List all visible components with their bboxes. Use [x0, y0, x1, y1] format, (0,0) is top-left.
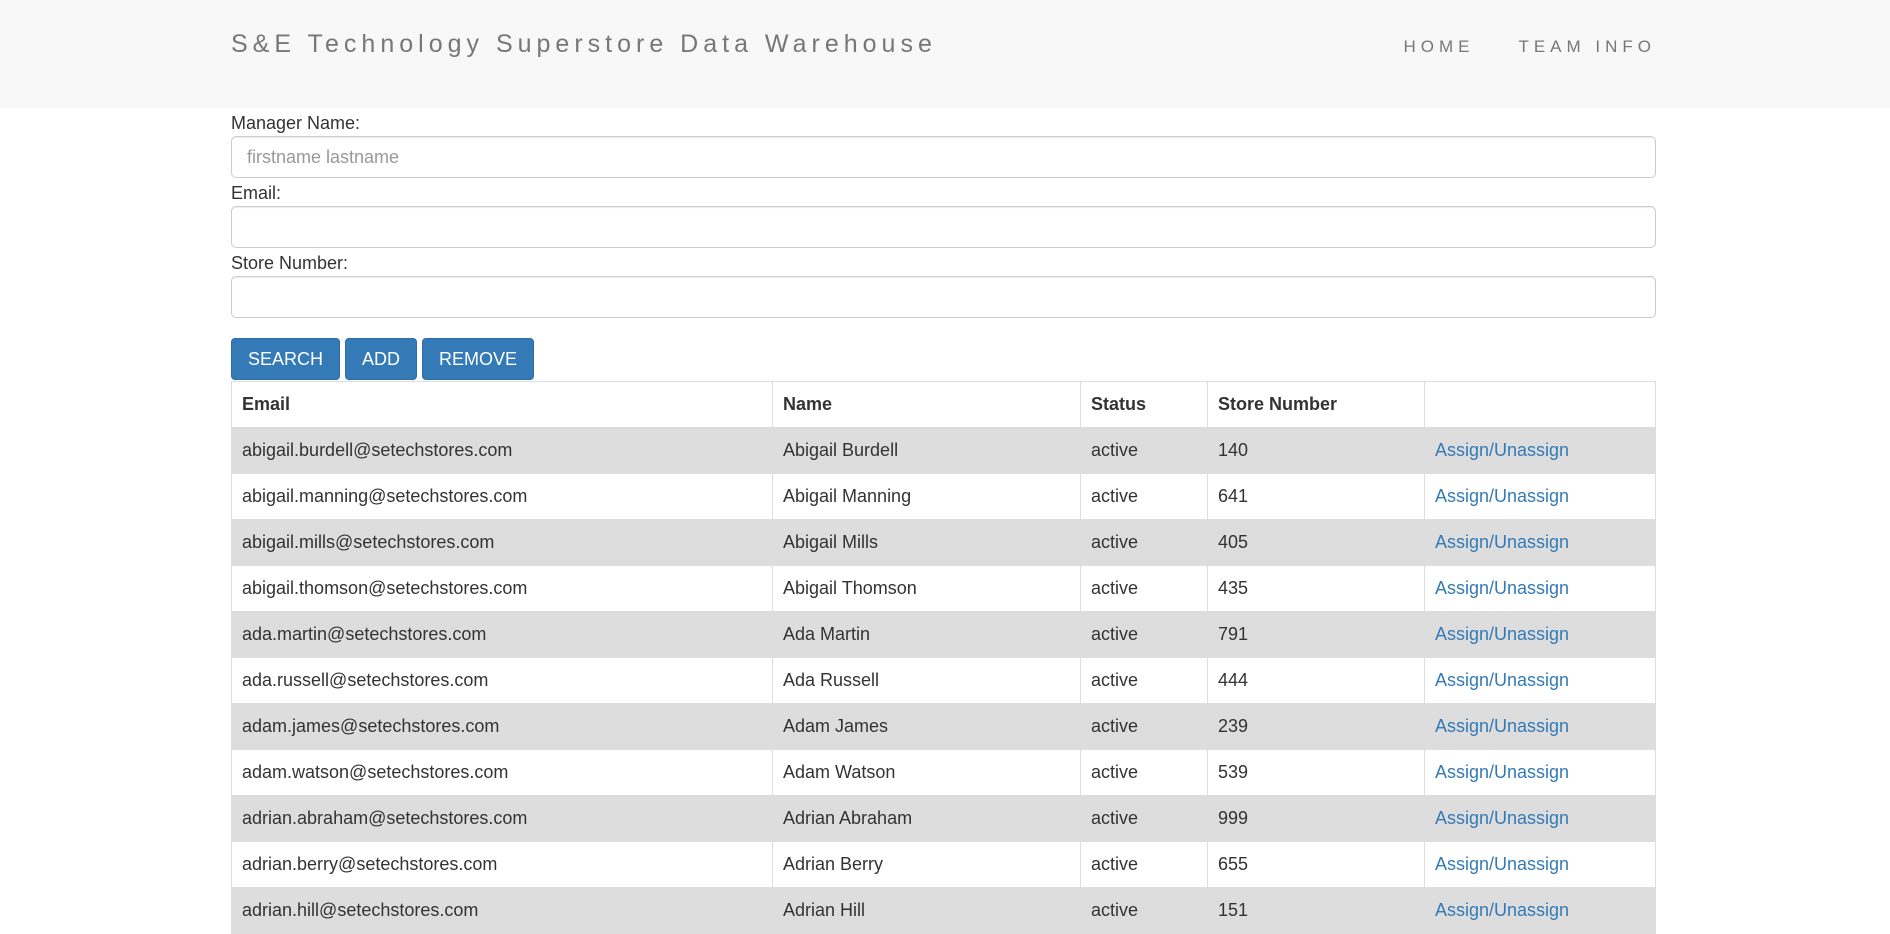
email-cell: abigail.mills@setechstores.com [231, 519, 773, 566]
status-cell: active [1080, 795, 1208, 842]
action-cell: Assign/Unassign [1424, 473, 1656, 520]
action-cell: Assign/Unassign [1424, 841, 1656, 888]
remove-button[interactable]: REMOVE [422, 338, 535, 380]
action-buttons: SEARCH ADD REMOVE [231, 338, 1656, 380]
name-cell: Abigail Manning [772, 473, 1081, 520]
email-label: Email: [231, 183, 282, 203]
managers-table: Email Name Status Store Number abigail.b… [231, 381, 1656, 934]
table-row: abigail.mills@setechstores.com Abigail Mi… [231, 519, 1656, 566]
table-body: abigail.burdell@setechstores.com Abigail … [231, 427, 1656, 934]
email-cell: abigail.manning@setechstores.com [231, 473, 773, 520]
name-column-header: Name [772, 381, 1081, 428]
action-cell: Assign/Unassign [1424, 565, 1656, 612]
email-cell: ada.martin@setechstores.com [231, 611, 773, 658]
email-cell: adam.watson@setechstores.com [231, 749, 773, 796]
action-cell: Assign/Unassign [1424, 427, 1656, 474]
name-cell: Adrian Abraham [772, 795, 1081, 842]
manager-name-label: Manager Name: [231, 113, 361, 133]
table-row: adam.watson@setechstores.com Adam Watson a… [231, 749, 1656, 796]
email-input[interactable] [231, 206, 1656, 248]
store-number-input[interactable] [231, 276, 1656, 318]
status-cell: active [1080, 519, 1208, 566]
email-cell: adam.james@setechstores.com [231, 703, 773, 750]
store-number-cell: 999 [1207, 795, 1425, 842]
brand-title[interactable]: S&E Technology Superstore Data Warehouse [231, 30, 937, 59]
action-column-header [1424, 381, 1656, 428]
status-cell: active [1080, 703, 1208, 750]
table-row: abigail.thomson@setechstores.com Abigail … [231, 565, 1656, 612]
assign-unassign-link[interactable]: Assign/Unassign [1435, 440, 1569, 460]
action-cell: Assign/Unassign [1424, 703, 1656, 750]
manager-name-input[interactable] [231, 136, 1656, 178]
table-row: ada.martin@setechstores.com Ada Martin act… [231, 611, 1656, 658]
store-number-cell: 239 [1207, 703, 1425, 750]
name-cell: Abigail Burdell [772, 427, 1081, 474]
name-cell: Ada Martin [772, 611, 1081, 658]
email-cell: abigail.burdell@setechstores.com [231, 427, 773, 474]
assign-unassign-link[interactable]: Assign/Unassign [1435, 486, 1569, 506]
store-number-label: Store Number: [231, 253, 349, 273]
email-cell: abigail.thomson@setechstores.com [231, 565, 773, 612]
nav-home-link[interactable]: HOME [1403, 37, 1474, 57]
status-cell: active [1080, 657, 1208, 704]
table-row: abigail.burdell@setechstores.com Abigail … [231, 427, 1656, 474]
status-cell: active [1080, 749, 1208, 796]
table-row: adam.james@setechstores.com Adam James act… [231, 703, 1656, 750]
assign-unassign-link[interactable]: Assign/Unassign [1435, 808, 1569, 828]
name-cell: Ada Russell [772, 657, 1081, 704]
store-number-column-header: Store Number [1207, 381, 1425, 428]
table-row: ada.russell@setechstores.com Ada Russell a… [231, 657, 1656, 704]
table-row: adrian.berry@setechstores.com Adrian Berr… [231, 841, 1656, 888]
table-row: abigail.manning@setechstores.com Abigail … [231, 473, 1656, 520]
table-header-row: Email Name Status Store Number [231, 381, 1656, 428]
assign-unassign-link[interactable]: Assign/Unassign [1435, 670, 1569, 690]
email-column-header: Email [231, 381, 773, 428]
store-number-cell: 655 [1207, 841, 1425, 888]
assign-unassign-link[interactable]: Assign/Unassign [1435, 716, 1569, 736]
assign-unassign-link[interactable]: Assign/Unassign [1435, 762, 1569, 782]
assign-unassign-link[interactable]: Assign/Unassign [1435, 900, 1569, 920]
search-button[interactable]: SEARCH [231, 338, 341, 380]
table-row: adrian.abraham@setechstores.com Adrian Ab… [231, 795, 1656, 842]
action-cell: Assign/Unassign [1424, 611, 1656, 658]
store-number-cell: 140 [1207, 427, 1425, 474]
name-cell: Adam James [772, 703, 1081, 750]
action-cell: Assign/Unassign [1424, 749, 1656, 796]
store-number-cell: 435 [1207, 565, 1425, 612]
status-column-header: Status [1080, 381, 1208, 428]
store-number-cell: 405 [1207, 519, 1425, 566]
store-number-cell: 791 [1207, 611, 1425, 658]
store-number-cell: 641 [1207, 473, 1425, 520]
email-cell: adrian.abraham@setechstores.com [231, 795, 773, 842]
assign-unassign-link[interactable]: Assign/Unassign [1435, 854, 1569, 874]
store-number-cell: 444 [1207, 657, 1425, 704]
name-cell: Abigail Mills [772, 519, 1081, 566]
action-cell: Assign/Unassign [1424, 519, 1656, 566]
assign-unassign-link[interactable]: Assign/Unassign [1435, 624, 1569, 644]
nav-links: HOME TEAM INFO [1403, 37, 1656, 57]
status-cell: active [1080, 473, 1208, 520]
status-cell: active [1080, 841, 1208, 888]
status-cell: active [1080, 565, 1208, 612]
email-cell: adrian.berry@setechstores.com [231, 841, 773, 888]
name-cell: Abigail Thomson [772, 565, 1081, 612]
action-cell: Assign/Unassign [1424, 795, 1656, 842]
name-cell: Adam Watson [772, 749, 1081, 796]
status-cell: active [1080, 427, 1208, 474]
assign-unassign-link[interactable]: Assign/Unassign [1435, 532, 1569, 552]
store-number-cell: 539 [1207, 749, 1425, 796]
add-button[interactable]: ADD [345, 338, 418, 380]
name-cell: Adrian Berry [772, 841, 1081, 888]
main-content: Manager Name: Email: Store Number: SEARC… [231, 108, 1656, 934]
assign-unassign-link[interactable]: Assign/Unassign [1435, 578, 1569, 598]
email-cell: ada.russell@setechstores.com [231, 657, 773, 704]
status-cell: active [1080, 611, 1208, 658]
top-navbar: S&E Technology Superstore Data Warehouse… [0, 0, 1890, 108]
nav-team-info-link[interactable]: TEAM INFO [1518, 37, 1656, 57]
action-cell: Assign/Unassign [1424, 657, 1656, 704]
